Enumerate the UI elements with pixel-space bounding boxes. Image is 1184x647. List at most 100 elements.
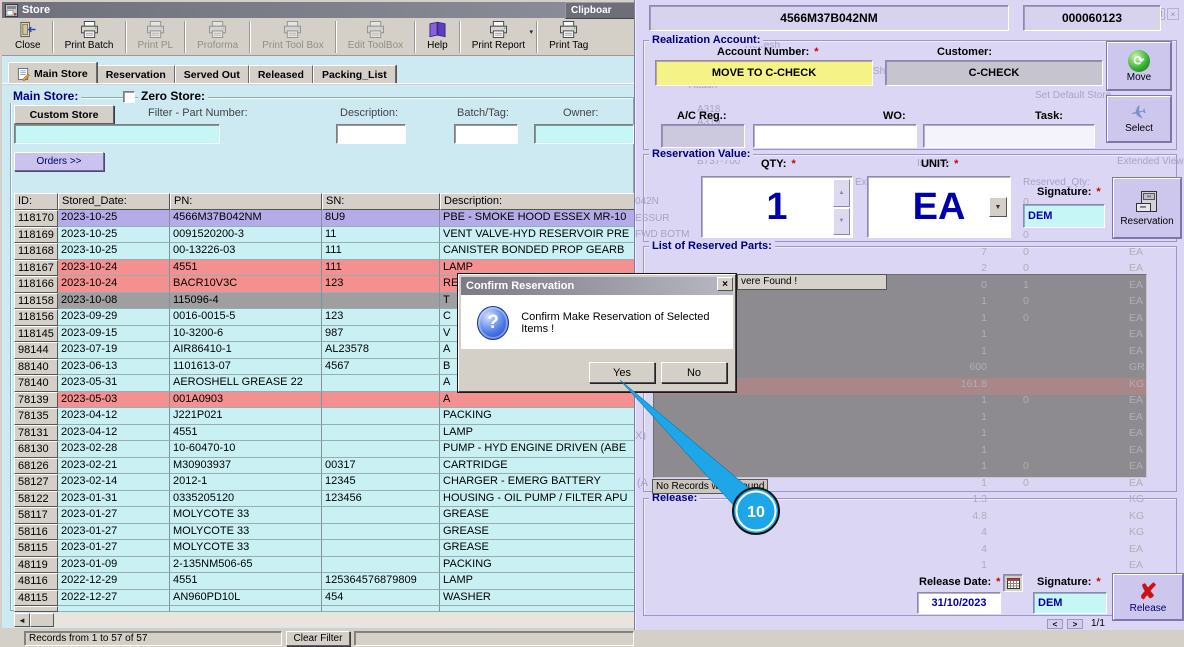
- column-header-id[interactable]: ID:: [14, 193, 58, 210]
- cell-stored-date[interactable]: 2023-01-27: [58, 523, 170, 540]
- cell-stored-date[interactable]: 2023-10-25: [58, 243, 170, 260]
- combo-arrow-icon[interactable]: ▼: [989, 197, 1007, 217]
- ac-reg-field[interactable]: [661, 124, 745, 148]
- cell-sn[interactable]: [322, 556, 440, 573]
- cell-stored-date[interactable]: 2023-10-24: [58, 276, 170, 293]
- orders-button[interactable]: Orders >>: [14, 152, 104, 171]
- cell-stored-date[interactable]: 2023-09-29: [58, 309, 170, 326]
- cell-sn[interactable]: [322, 540, 440, 557]
- tab-reservation[interactable]: Reservation: [96, 65, 175, 83]
- tab-served-out[interactable]: Served Out: [174, 65, 249, 83]
- cell-pn[interactable]: 0091520200-3: [170, 226, 322, 243]
- table-row[interactable]: 58127 2023-02-14 2012-1 12345 CHARGER - EMER…: [14, 474, 635, 491]
- cell-pn[interactable]: 001A0903: [170, 391, 322, 408]
- column-header-stored-date[interactable]: Stored_Date:: [58, 193, 170, 210]
- cell-id[interactable]: 58115: [14, 540, 58, 557]
- cell-description[interactable]: VENT VALVE-HYD RESERVOIR PRE: [440, 226, 635, 243]
- cell-pn[interactable]: 0016-0015-5: [170, 309, 322, 326]
- cell-id[interactable]: 58127: [14, 474, 58, 491]
- table-row[interactable]: 58116 2023-01-27 MOLYCOTE 33 GREASE: [14, 523, 635, 540]
- table-row[interactable]: 48115 2022-12-27 AN960PD10L 454 WASHER: [14, 589, 635, 606]
- task-field[interactable]: [923, 124, 1095, 148]
- no-button[interactable]: No: [661, 362, 727, 383]
- release-signature-field[interactable]: DEM: [1033, 592, 1107, 614]
- cell-pn[interactable]: 10-3200-6: [170, 325, 322, 342]
- cell-pn[interactable]: 4551: [170, 259, 322, 276]
- cell-sn[interactable]: AL23578: [322, 342, 440, 359]
- toolbar-button-help[interactable]: Help: [420, 20, 455, 54]
- toolbar-button-print-report[interactable]: ▾ Print Report: [465, 20, 534, 54]
- cell-stored-date[interactable]: 2023-06-13: [58, 358, 170, 375]
- release-button[interactable]: ✘ Release: [1113, 574, 1183, 620]
- cell-pn[interactable]: 10-60470-10: [170, 441, 322, 458]
- table-row[interactable]: 78135 2023-04-12 J221P021 PACKING: [14, 408, 635, 425]
- horizontal-scrollbar[interactable]: ◄: [14, 613, 635, 627]
- cell-id[interactable]: 88140: [14, 358, 58, 375]
- reservation-button[interactable]: Reservation: [1113, 178, 1181, 238]
- cell-description[interactable]: A: [440, 391, 635, 408]
- table-row[interactable]: 68126 2023-02-21 M30903937 00317 CARTRIDGE: [14, 457, 635, 474]
- clipboard-window-fragment[interactable]: Clipboar: [565, 2, 635, 19]
- cell-stored-date[interactable]: 2023-09-15: [58, 325, 170, 342]
- cell-pn[interactable]: J221P021: [170, 408, 322, 425]
- cell-pn[interactable]: 1101613-07: [170, 358, 322, 375]
- cell-pn[interactable]: MOLYCOTE 33: [170, 540, 322, 557]
- column-header-sn[interactable]: SN:: [322, 193, 440, 210]
- cell-description[interactable]: HOUSING - OIL PUMP / FILTER APU: [440, 490, 635, 507]
- cell-id[interactable]: 118145: [14, 325, 58, 342]
- cell-sn[interactable]: [322, 375, 440, 392]
- dialog-close-button[interactable]: ×: [717, 277, 733, 291]
- cell-description[interactable]: GREASE: [440, 507, 635, 524]
- cell-stored-date[interactable]: 2023-05-03: [58, 391, 170, 408]
- tab-main-store[interactable]: Main Store: [8, 62, 97, 83]
- customer-field[interactable]: C-CHECK: [885, 60, 1103, 86]
- cell-sn[interactable]: 8U9: [322, 210, 440, 227]
- cell-stored-date[interactable]: 2023-10-24: [58, 259, 170, 276]
- table-row[interactable]: 58115 2023-01-27 MOLYCOTE 33 GREASE: [14, 540, 635, 557]
- cell-stored-date[interactable]: 2023-01-31: [58, 490, 170, 507]
- column-header-description[interactable]: Description:: [440, 193, 635, 210]
- cell-pn[interactable]: 4566M37B042NM: [170, 210, 322, 227]
- cell-id[interactable]: 118156: [14, 309, 58, 326]
- cell-stored-date[interactable]: 2023-02-28: [58, 441, 170, 458]
- cell-pn[interactable]: M30903937: [170, 457, 322, 474]
- cell-sn[interactable]: 123456: [322, 490, 440, 507]
- cell-stored-date[interactable]: 2023-07-19: [58, 342, 170, 359]
- table-row[interactable]: 48119 2023-01-09 2-135NM506-65 PACKING: [14, 556, 635, 573]
- qty-spin-buttons[interactable]: ▲ ▼: [833, 179, 850, 235]
- cell-pn[interactable]: MOLYCOTE 33: [170, 523, 322, 540]
- cell-pn[interactable]: 115096-4: [170, 292, 322, 309]
- cell-stored-date[interactable]: 2023-10-25: [58, 210, 170, 227]
- cell-sn[interactable]: 11: [322, 226, 440, 243]
- cell-description[interactable]: GREASE: [440, 540, 635, 557]
- cell-stored-date[interactable]: 2023-10-25: [58, 226, 170, 243]
- cell-stored-date[interactable]: 2022-12-29: [58, 573, 170, 590]
- tab-packing-list[interactable]: Packing_List: [312, 65, 396, 83]
- cell-sn[interactable]: [322, 292, 440, 309]
- cell-sn[interactable]: 12345: [322, 474, 440, 491]
- cell-description[interactable]: PUMP - HYD ENGINE DRIVEN (ABE: [440, 441, 635, 458]
- cell-stored-date[interactable]: 2023-01-27: [58, 540, 170, 557]
- pager-next-button[interactable]: >: [1067, 619, 1083, 629]
- cell-stored-date[interactable]: 2023-04-12: [58, 408, 170, 425]
- dialog-titlebar[interactable]: Confirm Reservation: [461, 277, 733, 295]
- cell-stored-date[interactable]: 2023-04-12: [58, 424, 170, 441]
- cell-sn[interactable]: 111: [322, 259, 440, 276]
- cell-description[interactable]: WASHER: [440, 589, 635, 606]
- cell-id[interactable]: 68126: [14, 457, 58, 474]
- unit-select[interactable]: EA ▼: [867, 176, 1011, 238]
- cell-stored-date[interactable]: 2023-05-31: [58, 375, 170, 392]
- cell-id[interactable]: 48119: [14, 556, 58, 573]
- table-row[interactable]: 118168 2023-10-25 00-13226-03 111 CANISTER B…: [14, 243, 635, 260]
- table-row[interactable]: 58122 2023-01-31 0335205120 123456 HOUSING -…: [14, 490, 635, 507]
- cell-sn[interactable]: 987: [322, 325, 440, 342]
- cell-stored-date[interactable]: 2023-01-09: [58, 556, 170, 573]
- cell-id[interactable]: 48116: [14, 573, 58, 590]
- dropdown-caret-icon[interactable]: ▾: [530, 28, 534, 36]
- cell-pn[interactable]: BACR10V3C: [170, 276, 322, 293]
- cell-id[interactable]: 58116: [14, 523, 58, 540]
- cell-description[interactable]: PACKING: [440, 408, 635, 425]
- cell-pn[interactable]: 2-135NM506-65: [170, 556, 322, 573]
- cell-sn[interactable]: [322, 523, 440, 540]
- cell-sn[interactable]: [322, 424, 440, 441]
